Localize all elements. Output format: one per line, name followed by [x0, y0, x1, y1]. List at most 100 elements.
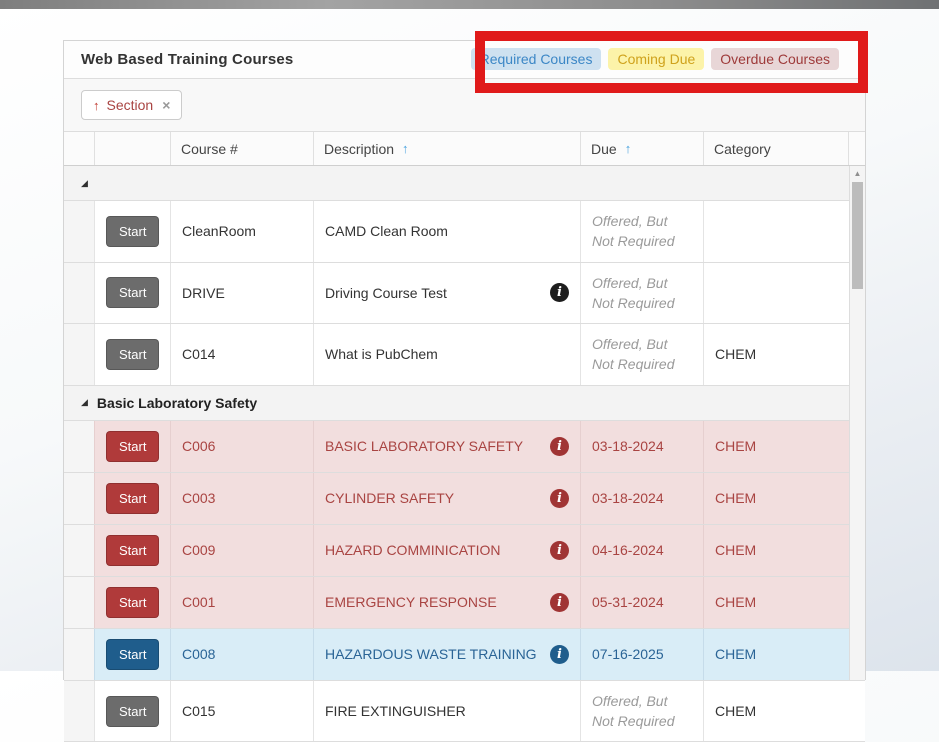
legend-badge-required-courses: Required Courses — [471, 48, 602, 70]
course-number-cell: CleanRoom — [171, 201, 314, 262]
group-row: ◢ — [64, 166, 865, 201]
start-button[interactable]: Start — [106, 339, 159, 370]
due-date-cell: 03-18-2024 — [581, 473, 704, 524]
column-header-category[interactable]: Category — [704, 132, 849, 165]
group-indent-cell — [64, 681, 95, 742]
description-text: CAMD Clean Room — [325, 223, 448, 239]
start-button[interactable]: Start — [106, 483, 159, 514]
start-button-cell: Start — [95, 577, 171, 628]
table-row: StartC015FIRE EXTINGUISHEROffered, But N… — [64, 681, 865, 742]
start-button[interactable]: Start — [106, 535, 159, 566]
start-button[interactable]: Start — [106, 277, 159, 308]
course-number-cell: C001 — [171, 577, 314, 628]
description-text: Driving Course Test — [325, 285, 447, 301]
start-button-cell: Start — [95, 473, 171, 524]
due-date-cell: 04-16-2024 — [581, 525, 704, 576]
group-indent-cell — [64, 421, 95, 472]
group-collapse-icon[interactable]: ◢ — [81, 179, 88, 188]
course-number-cell: DRIVE — [171, 263, 314, 324]
info-icon[interactable]: i — [550, 489, 569, 508]
legend: Required CoursesComing DueOverdue Course… — [471, 48, 839, 70]
description-text: FIRE EXTINGUISHER — [325, 703, 466, 719]
column-header-due[interactable]: Due↑ — [581, 132, 704, 165]
panel-header: Web Based Training Courses Required Cour… — [64, 41, 865, 79]
group-collapse-icon[interactable]: ◢ — [81, 398, 88, 407]
due-date-cell: 07-16-2025 — [581, 629, 704, 680]
category-cell: CHEM — [704, 473, 849, 524]
vertical-scrollbar[interactable]: ▲ — [849, 166, 865, 680]
description-cell: FIRE EXTINGUISHER — [314, 681, 581, 742]
group-indent-cell — [64, 263, 95, 324]
category-cell: CHEM — [704, 681, 849, 742]
group-indent-cell — [64, 629, 95, 680]
remove-group-icon[interactable]: × — [162, 97, 170, 113]
course-number-cell: C014 — [171, 324, 314, 385]
table-row: Start C006 BASIC LABORATORY SAFETY i 03-18-2… — [64, 421, 865, 473]
column-header-label: Category — [714, 141, 771, 157]
start-button[interactable]: Start — [106, 431, 159, 462]
scroll-up-icon[interactable]: ▲ — [850, 166, 865, 181]
group-row-basic-laboratory-safety: ◢ Basic Laboratory Safety — [64, 386, 865, 421]
description-cell: BASIC LABORATORY SAFETY i — [314, 421, 581, 472]
info-icon[interactable]: i — [550, 437, 569, 456]
description-text: HAZARDOUS WASTE TRAINING — [325, 646, 537, 662]
column-header-label: Due — [591, 141, 617, 157]
course-number-cell: C003 — [171, 473, 314, 524]
start-button[interactable]: Start — [106, 639, 159, 670]
course-number-cell: C008 — [171, 629, 314, 680]
column-header-label: Description — [324, 141, 394, 157]
grid-header: Course # Description ↑ Due↑ Category — [64, 132, 865, 166]
start-button[interactable]: Start — [106, 587, 159, 618]
scrollbar-thumb[interactable] — [852, 182, 863, 289]
description-text: BASIC LABORATORY SAFETY — [325, 438, 523, 454]
table-row: StartC001EMERGENCY RESPONSEi05-31-2024CH… — [64, 577, 865, 629]
due-date-cell: Offered, But Not Required — [581, 324, 704, 385]
description-cell: CYLINDER SAFETYi — [314, 473, 581, 524]
due-date-cell: Offered, But Not Required — [581, 201, 704, 262]
category-cell: CHEM — [704, 421, 849, 472]
grid-body: ◢ Start CleanRoom CAMD Clean Room Offered, B… — [64, 166, 865, 742]
table-row: Start C008 HAZARDOUS WASTE TRAINING i 07-16-… — [64, 629, 865, 681]
due-date-cell: 03-18-2024 — [581, 421, 704, 472]
table-row: Start CleanRoom CAMD Clean Room Offered, Bu… — [64, 201, 865, 263]
category-cell: CHEM — [704, 324, 849, 385]
description-text: EMERGENCY RESPONSE — [325, 594, 497, 610]
group-indent-cell — [64, 473, 95, 524]
sort-asc-icon[interactable]: ↑ — [93, 98, 100, 113]
category-cell — [704, 263, 849, 324]
sort-asc-icon: ↑ — [402, 141, 409, 156]
description-cell: HAZARD COMMINICATION i — [314, 525, 581, 576]
info-icon[interactable]: i — [550, 593, 569, 612]
group-label: Basic Laboratory Safety — [97, 395, 257, 411]
category-cell — [704, 201, 849, 262]
column-header-course-[interactable]: Course # — [171, 132, 314, 165]
category-cell: CHEM — [704, 525, 849, 576]
course-number-cell: C009 — [171, 525, 314, 576]
start-button-cell: Start — [95, 629, 171, 680]
info-icon[interactable]: i — [550, 283, 569, 302]
column-header-blank-1 — [95, 132, 171, 165]
start-button-cell: Start — [95, 421, 171, 472]
table-row: Start C009 HAZARD COMMINICATION i 04-16-2024… — [64, 525, 865, 577]
description-cell: Driving Course Test i — [314, 263, 581, 324]
course-number-cell: C015 — [171, 681, 314, 742]
start-button[interactable]: Start — [106, 696, 159, 727]
description-text: HAZARD COMMINICATION — [325, 542, 501, 558]
group-chip-label: Section — [107, 97, 154, 113]
course-number-cell: C006 — [171, 421, 314, 472]
group-indent-cell — [64, 201, 95, 262]
start-button-cell: Start — [95, 681, 171, 742]
group-chip-section[interactable]: ↑ Section × — [81, 90, 182, 120]
category-cell: CHEM — [704, 629, 849, 680]
start-button[interactable]: Start — [106, 216, 159, 247]
info-icon[interactable]: i — [550, 541, 569, 560]
column-header-description[interactable]: Description ↑ — [314, 132, 581, 165]
description-cell: CAMD Clean Room — [314, 201, 581, 262]
group-indent-cell — [64, 577, 95, 628]
info-icon[interactable]: i — [550, 645, 569, 664]
table-row: StartC014What is PubChemOffered, But Not… — [64, 324, 865, 386]
start-button-cell: Start — [95, 525, 171, 576]
table-row: Start C003CYLINDER SAFETYi03-18-2024CHEM — [64, 473, 865, 525]
group-indent-cell — [64, 525, 95, 576]
courses-panel: Web Based Training Courses Required Cour… — [63, 40, 866, 680]
